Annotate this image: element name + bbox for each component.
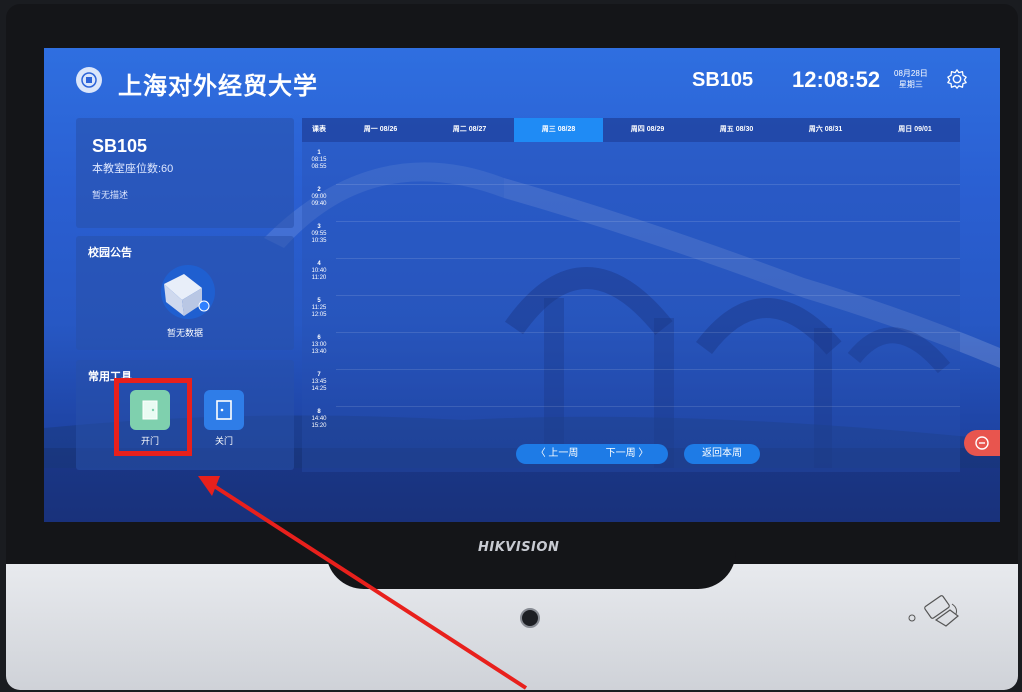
room-code: SB105 (692, 69, 754, 91)
schedule-header: 课表 周一 08/26 周二 08/27 周三 08/28 周四 08/29 周… (302, 118, 960, 142)
period-number: 7 (317, 372, 321, 378)
period-number: 8 (317, 409, 321, 415)
period-start: 08:15 (311, 157, 327, 163)
period-start: 14:40 (311, 416, 327, 422)
room-seats: 本教室座位数:60 (92, 163, 174, 175)
chat-icon (975, 436, 989, 450)
schedule-table: 课表 周一 08/26 周二 08/27 周三 08/28 周四 08/29 周… (302, 118, 960, 472)
period-end: 15:20 (311, 423, 327, 429)
period-start: 13:00 (311, 342, 327, 348)
university-name: 上海对外经贸大学 (118, 73, 318, 100)
highlight-box (114, 378, 192, 456)
period-slot: 6 13:00 13:40 (302, 335, 336, 356)
period-start: 09:55 (311, 231, 327, 237)
period-number: 3 (317, 224, 321, 230)
tab-day-thu[interactable]: 周四 08/29 (603, 118, 692, 142)
device-notch (326, 529, 736, 589)
row-divider (336, 332, 960, 333)
screen: 上海对外经贸大学 SB105 12:08:52 08月28日 星期三 SB105… (44, 48, 1000, 522)
empty-text: 暂无数据 (166, 328, 203, 338)
device-frame: HIKVISION 上海对外经贸大学 SB105 12:08:52 08月28日… (6, 4, 1018, 690)
period-number: 2 (317, 187, 321, 193)
prev-week-button[interactable]: 〈 上一周 (522, 444, 592, 464)
period-end: 09:40 (311, 201, 327, 207)
period-slot: 1 08:15 08:55 (302, 150, 336, 171)
row-divider (336, 258, 960, 259)
period-end: 13:40 (311, 349, 327, 355)
period-start: 09:00 (311, 194, 327, 200)
nfc-card-icon (908, 595, 959, 627)
announcement-title: 校园公告 (88, 247, 132, 259)
period-number: 5 (317, 298, 321, 304)
row-divider (336, 369, 960, 370)
empty-box-icon (161, 265, 215, 319)
clock: 12:08:52 (792, 67, 881, 92)
period-number: 4 (317, 261, 321, 267)
schedule-corner-label: 课表 (312, 126, 326, 133)
row-divider (336, 221, 960, 222)
period-end: 12:05 (311, 312, 327, 318)
period-end: 10:35 (311, 238, 327, 244)
tab-day-sun[interactable]: 周日 09/01 (870, 118, 960, 142)
room-description: 暂无描述 (92, 190, 129, 200)
announcement-panel: 校园公告 暂无数据 (76, 236, 294, 350)
period-number: 1 (317, 150, 321, 156)
period-end: 11:20 (311, 275, 327, 281)
period-slot: 4 10:40 11:20 (302, 261, 336, 282)
room-name: SB105 (92, 136, 148, 156)
camera-icon (520, 608, 540, 628)
tab-day-fri[interactable]: 周五 08/30 (692, 118, 781, 142)
period-start: 11:25 (311, 305, 327, 311)
top-bar: 上海对外经贸大学 SB105 12:08:52 08月28日 星期三 (44, 48, 1000, 114)
period-number: 6 (317, 335, 321, 341)
close-door-button[interactable] (204, 390, 244, 430)
period-slot: 5 11:25 12:05 (302, 298, 336, 319)
row-divider (336, 406, 960, 407)
date-weekday: 星期三 (898, 80, 923, 89)
row-divider (336, 184, 960, 185)
period-start: 13:45 (311, 379, 327, 385)
period-slot: 2 09:00 09:40 (302, 187, 336, 208)
floating-action-button[interactable] (964, 430, 1000, 456)
university-logo-icon (76, 67, 102, 93)
tab-day-wed[interactable]: 周三 08/28 (514, 118, 603, 142)
period-slot: 8 14:40 15:20 (302, 409, 336, 430)
period-slot: 7 13:45 14:25 (302, 372, 336, 393)
tab-day-sat[interactable]: 周六 08/31 (781, 118, 870, 142)
door-close-icon (216, 400, 232, 420)
close-door-label: 关门 (214, 436, 233, 446)
room-info-panel: SB105 本教室座位数:60 暂无描述 (76, 118, 294, 228)
date-display: 08月28日 星期三 (894, 68, 928, 90)
tab-day-mon[interactable]: 周一 08/26 (336, 118, 425, 142)
brand-logo: HIKVISION (478, 540, 560, 555)
period-slot: 3 09:55 10:35 (302, 224, 336, 245)
period-end: 08:55 (311, 164, 327, 170)
current-week-button[interactable]: 返回本周 (684, 444, 760, 464)
week-nav-group: 〈 上一周 下一周 〉 (516, 444, 668, 464)
gear-icon[interactable] (946, 68, 968, 90)
period-start: 10:40 (311, 268, 327, 274)
next-week-button[interactable]: 下一周 〉 (592, 444, 662, 464)
row-divider (336, 295, 960, 296)
date-day: 08月28日 (894, 69, 928, 78)
period-end: 14:25 (311, 386, 327, 392)
tab-day-tue[interactable]: 周二 08/27 (425, 118, 514, 142)
